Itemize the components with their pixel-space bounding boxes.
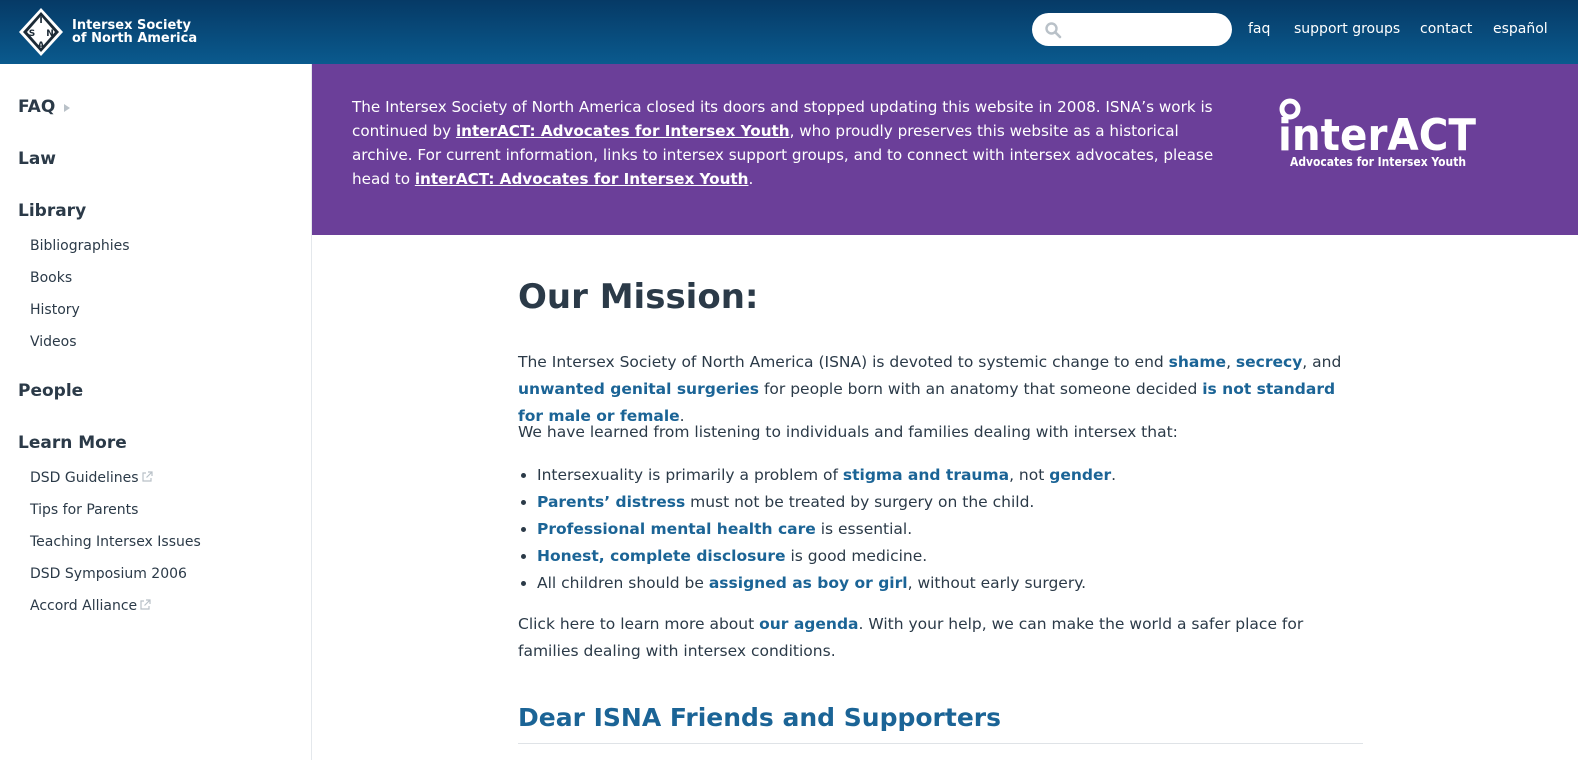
text: , without early surgery. (907, 574, 1087, 592)
link-honest-disclosure[interactable]: Honest, complete disclosure (537, 547, 786, 565)
text: for people born with an anatomy that som… (759, 380, 1203, 398)
sidebar-library[interactable]: Library (18, 201, 86, 221)
archive-notice-banner: The Intersex Society of North America cl… (312, 64, 1578, 235)
caret-right-icon[interactable] (64, 104, 70, 112)
sidebar-law[interactable]: Law (18, 149, 56, 169)
site-header: I S N A Intersex Society of North Americ… (0, 0, 1578, 64)
sidebar-item-history[interactable]: History (30, 302, 80, 318)
list-item: All children should be assigned as boy o… (537, 570, 1357, 597)
page-title: Our Mission: (518, 277, 759, 317)
text: must not be treated by surgery on the ch… (685, 493, 1035, 511)
site-logo[interactable]: I S N A Intersex Society of North Americ… (18, 6, 197, 58)
agenda-paragraph: Click here to learn more about our agend… (518, 611, 1363, 665)
search-input[interactable] (1068, 18, 1218, 41)
section-heading: Dear ISNA Friends and Supporters (518, 703, 1001, 732)
external-link-icon (140, 599, 151, 610)
principles-list: Intersexuality is primarily a problem of… (537, 462, 1357, 597)
list-item: Honest, complete disclosure is good medi… (537, 543, 1357, 570)
logo-line-2: of North America (72, 31, 198, 46)
notice-text-3: . (748, 170, 754, 188)
text: Click here to learn more about (518, 615, 760, 633)
interact-logo[interactable]: interACT Advocates for Intersex Youth (1278, 98, 1484, 170)
sidebar-item-tips-for-parents[interactable]: Tips for Parents (30, 502, 138, 518)
link-stigma-and-trauma[interactable]: stigma and trauma (843, 466, 1009, 484)
sidebar-item-books[interactable]: Books (30, 270, 72, 286)
text: All children should be (537, 574, 709, 592)
nav-support-groups[interactable]: support groups (1294, 21, 1400, 37)
sidebar-item-bibliographies[interactable]: Bibliographies (30, 238, 130, 254)
link-unwanted-genital-surgeries[interactable]: unwanted genital surgeries (518, 380, 759, 398)
sidebar-item-label: Accord Alliance (30, 598, 138, 614)
link-gender[interactable]: gender (1049, 466, 1111, 484)
search-icon (1045, 22, 1062, 39)
logo-letter-n: N (46, 29, 54, 39)
interact-wordmark: interACT (1278, 110, 1476, 161)
link-secrecy[interactable]: secrecy (1236, 353, 1302, 371)
list-item: Professional mental health care is essen… (537, 516, 1357, 543)
text: , (1226, 353, 1236, 371)
nav-espanol[interactable]: español (1493, 21, 1548, 37)
link-parents-distress[interactable]: Parents’ distress (537, 493, 685, 511)
nav-faq[interactable]: faq (1248, 21, 1270, 37)
link-shame[interactable]: shame (1169, 353, 1226, 371)
logo-wordmark: Intersex Society of North America (72, 19, 197, 45)
sidebar-item-accord-alliance[interactable]: Accord Alliance (30, 598, 151, 614)
search-box[interactable] (1032, 13, 1232, 46)
section-divider (518, 743, 1363, 744)
text: The Intersex Society of North America (I… (518, 353, 1169, 371)
sidebar-faq[interactable]: FAQ (18, 97, 55, 117)
text: is good medicine. (785, 547, 928, 565)
isna-diamond-logo-icon: I S N A (19, 8, 63, 56)
sidebar-item-label: DSD Guidelines (30, 470, 139, 486)
list-item: Intersexuality is primarily a problem of… (537, 462, 1357, 489)
mission-paragraph: The Intersex Society of North America (I… (518, 349, 1363, 430)
text: , and (1302, 353, 1342, 371)
sidebar-item-dsd-symposium-2006[interactable]: DSD Symposium 2006 (30, 566, 187, 582)
link-assigned-boy-or-girl[interactable]: assigned as boy or girl (709, 574, 908, 592)
interact-link-2[interactable]: interACT: Advocates for Intersex Youth (415, 170, 749, 188)
logo-letter-s: S (29, 29, 35, 39)
nav-contact[interactable]: contact (1420, 21, 1472, 37)
sidebar-item-teaching-intersex-issues[interactable]: Teaching Intersex Issues (30, 534, 201, 550)
link-our-agenda[interactable]: our agenda (759, 615, 858, 633)
sidebar-learn-more[interactable]: Learn More (18, 433, 127, 453)
interact-tagline: Advocates for Intersex Youth (1290, 155, 1466, 169)
learned-paragraph: We have learned from listening to indivi… (518, 423, 1178, 441)
archive-notice-text: The Intersex Society of North America cl… (352, 95, 1222, 191)
logo-letter-a: A (38, 41, 45, 51)
logo-letter-i: I (39, 16, 42, 26)
sidebar-item-dsd-guidelines[interactable]: DSD Guidelines (30, 470, 153, 486)
text: . (1111, 466, 1117, 484)
sidebar-item-videos[interactable]: Videos (30, 334, 77, 350)
interact-link-1[interactable]: interACT: Advocates for Intersex Youth (456, 122, 790, 140)
text: is essential. (815, 520, 913, 538)
text: , not (1009, 466, 1050, 484)
sidebar-people[interactable]: People (18, 381, 83, 401)
external-link-icon (141, 471, 153, 482)
list-item: Parents’ distress must not be treated by… (537, 489, 1357, 516)
text: Intersexuality is primarily a problem of (537, 466, 843, 484)
sidebar: FAQ Law Library Bibliographies Books His… (0, 64, 312, 760)
link-mental-health-care[interactable]: Professional mental health care (537, 520, 816, 538)
